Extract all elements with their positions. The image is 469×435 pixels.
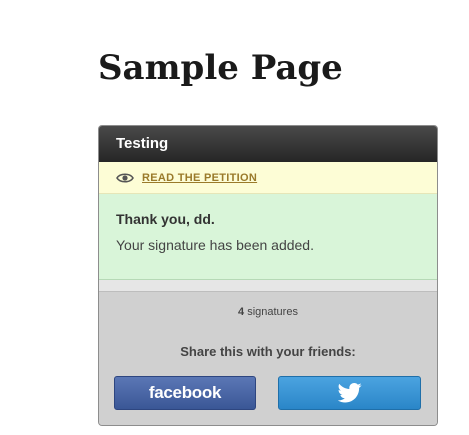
widget-header: Testing [99, 126, 437, 162]
petition-bar: READ THE PETITION [99, 162, 437, 194]
divider [99, 280, 437, 292]
confirmation-panel: Thank you, dd. Your signature has been a… [99, 194, 437, 280]
thanks-message: Your signature has been added. [116, 237, 314, 253]
share-label: Share this with your friends: [180, 344, 356, 359]
twitter-share-button[interactable] [278, 376, 421, 410]
page-title: Sample Page [98, 48, 343, 88]
facebook-label: facebook [148, 383, 222, 402]
petition-widget: Testing READ THE PETITION Thank you, dd.… [98, 125, 438, 426]
read-petition-link[interactable]: READ THE PETITION [142, 172, 257, 184]
signature-count-number: 4 [238, 306, 245, 318]
signature-count: 4 signatures [99, 306, 437, 318]
twitter-bird-icon [337, 383, 362, 403]
signature-count-label: signatures [247, 306, 298, 318]
share-footer: 4 signatures Share this with your friend… [99, 292, 437, 425]
facebook-share-button[interactable]: facebook [114, 376, 256, 410]
thanks-title: Thank you, dd. [116, 211, 215, 227]
eye-icon [116, 172, 134, 183]
